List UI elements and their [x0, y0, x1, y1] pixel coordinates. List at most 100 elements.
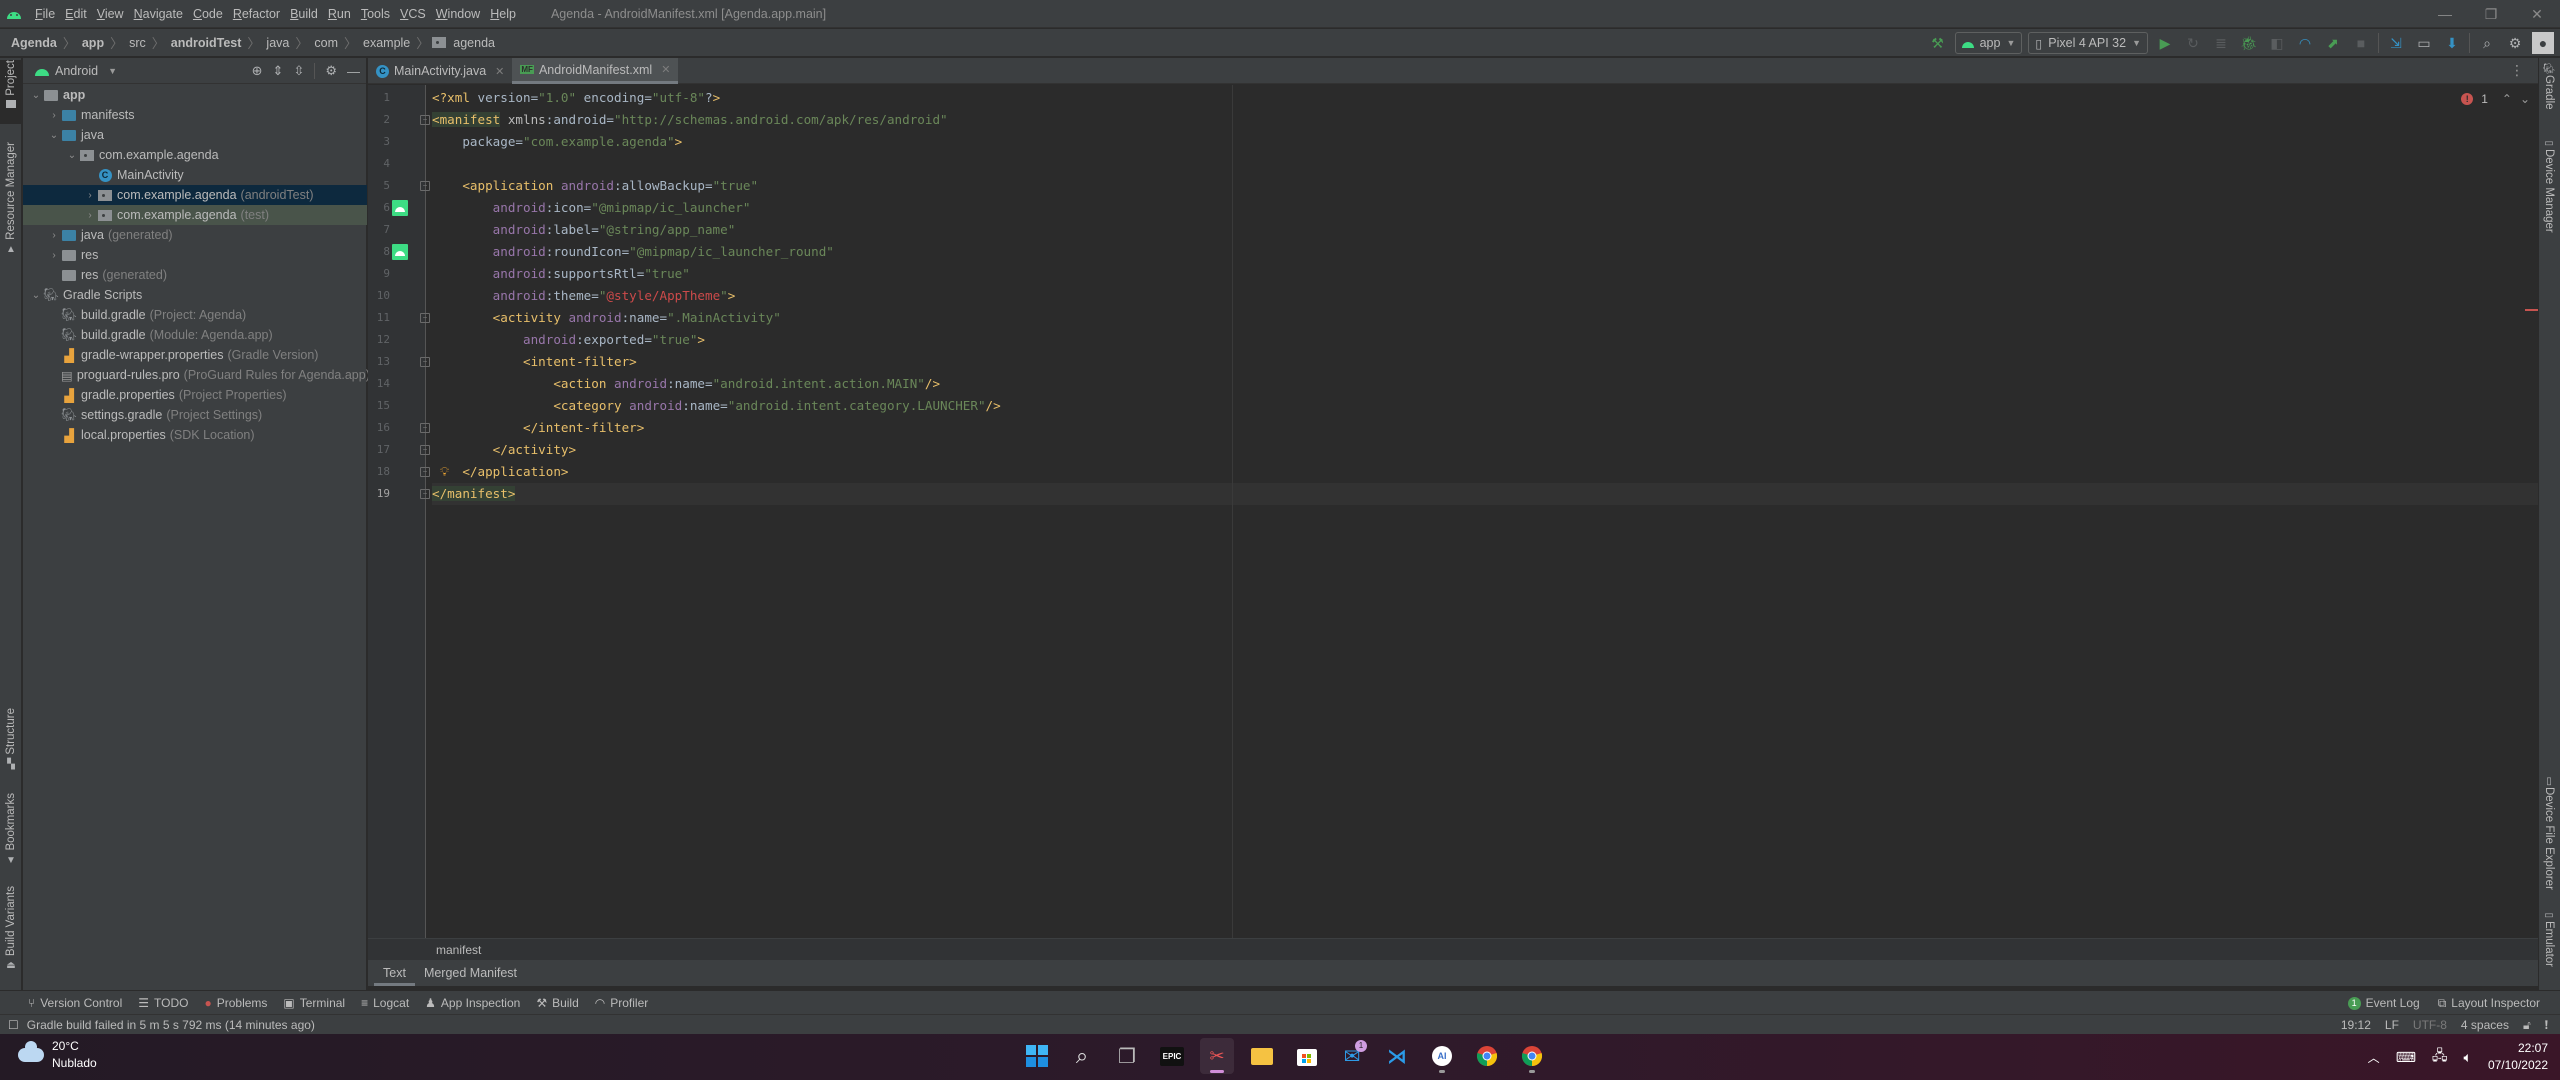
breadcrumb-app[interactable]: app [79, 36, 107, 50]
chevron-down-icon[interactable]: ⌄ [29, 90, 43, 101]
tree-item-mainactivity[interactable]: C MainActivity [23, 165, 367, 185]
chevron-down-icon[interactable]: ⌄ [47, 130, 61, 141]
chevron-right-icon[interactable]: › [47, 250, 61, 261]
fold-marker-icon[interactable]: − [420, 115, 430, 125]
chevron-down-icon[interactable]: ⌄ [65, 150, 79, 161]
menu-tools[interactable]: Tools [356, 0, 395, 28]
search-icon[interactable]: ⌕ [2476, 32, 2498, 54]
device-dropdown[interactable]: ▯ Pixel 4 API 32 ▼ [2028, 32, 2148, 54]
close-tab-icon[interactable]: ✕ [495, 65, 504, 78]
tool-event-log[interactable]: 1 Event Log [2347, 996, 2420, 1010]
menu-view[interactable]: View [92, 0, 129, 28]
tool-tab-structure[interactable]: Structure ▚ [0, 708, 22, 778]
launcher-icon-preview[interactable] [392, 200, 408, 216]
menu-window[interactable]: Window [431, 0, 485, 28]
menu-help[interactable]: Help [485, 0, 521, 28]
error-stripe-marker[interactable] [2525, 309, 2538, 311]
tree-item-local-properties[interactable]: ▟ local.properties (SDK Location) [23, 425, 367, 445]
breadcrumb-androidtest[interactable]: androidTest [168, 36, 245, 50]
show-hidden-icons-chevron-up-icon[interactable]: ︿ [2368, 1049, 2380, 1066]
next-highlight-icon[interactable]: ⌄ [2520, 92, 2530, 106]
start-button[interactable] [1020, 1038, 1054, 1074]
previous-highlight-icon[interactable]: ⌃ [2502, 92, 2512, 106]
file-explorer-app[interactable] [1245, 1038, 1279, 1074]
tool-tab-device-file-explorer[interactable]: ▯ Device File Explorer [2538, 776, 2560, 896]
tree-item-package-main[interactable]: ⌄ com.example.agenda [23, 145, 367, 165]
keyboard-icon[interactable]: ⌨ [2396, 1049, 2416, 1066]
menu-navigate[interactable]: Navigate [129, 0, 188, 28]
tool-tab-device-manager[interactable]: ▭ Device Manager [2538, 138, 2560, 248]
tree-item-gradle-properties[interactable]: ▟ gradle.properties (Project Properties) [23, 385, 367, 405]
close-window-button[interactable]: ✕ [2514, 0, 2560, 28]
tool-terminal[interactable]: ▣ Terminal [283, 996, 345, 1010]
more-options-icon[interactable]: ⋮ [2510, 62, 2524, 79]
close-tab-icon[interactable]: ✕ [661, 63, 670, 76]
profile-icon[interactable]: ◠ [2294, 32, 2316, 54]
debug-icon[interactable]: 🐞︎ [2238, 32, 2260, 54]
sdk-manager-icon[interactable]: ⬇ [2441, 32, 2463, 54]
volume-icon[interactable]: 🔈︎ [2464, 1049, 2472, 1066]
tree-item-package-androidtest[interactable]: › com.example.agenda (androidTest) [23, 185, 367, 205]
menu-run[interactable]: Run [323, 0, 356, 28]
run-configuration-dropdown[interactable]: app ▼ [1954, 32, 2023, 54]
tool-tab-bookmarks[interactable]: Bookmarks ▼ [0, 793, 22, 871]
menu-refactor[interactable]: Refactor [228, 0, 285, 28]
fold-marker-icon[interactable]: − [420, 423, 430, 433]
chevron-right-icon[interactable]: › [47, 230, 61, 241]
chrome-profile-app[interactable] [1515, 1038, 1549, 1074]
run-icon[interactable]: ▶ [2154, 32, 2176, 54]
tree-item-proguard-rules[interactable]: ▤ proguard-rules.pro (ProGuard Rules for… [23, 365, 370, 385]
tree-item-package-test[interactable]: › com.example.agenda (test) [23, 205, 367, 225]
network-icon[interactable]: 🖧︎ [2432, 1045, 2448, 1069]
fold-marker-icon[interactable]: − [420, 313, 430, 323]
inspection-summary[interactable]: ! 1 ⌃ ⌄ [2461, 92, 2530, 106]
tree-item-java[interactable]: ⌄ java [23, 125, 367, 145]
round-launcher-icon-preview[interactable] [392, 244, 408, 260]
avatar[interactable]: ● [2532, 32, 2554, 54]
tool-logcat[interactable]: ≡ Logcat [361, 996, 409, 1010]
make-project-hammer-icon[interactable]: ⚒ [1927, 32, 1949, 54]
tree-item-gradle-scripts[interactable]: ⌄ 🐘︎ Gradle Scripts [23, 285, 367, 305]
gear-icon[interactable]: ⚙ [2504, 32, 2526, 54]
menu-edit[interactable]: Edit [60, 0, 92, 28]
fold-marker-icon[interactable]: − [420, 489, 430, 499]
tab-text[interactable]: Text [374, 960, 415, 986]
tool-tab-project[interactable]: Project [0, 60, 22, 124]
snipping-tool-app[interactable]: ✂ [1200, 1038, 1234, 1074]
breadcrumb-agenda[interactable]: Agenda [8, 36, 60, 50]
tree-item-build-gradle-module[interactable]: 🐘︎ build.gradle (Module: Agenda.app) [23, 325, 367, 345]
tool-build[interactable]: ⚒ Build [536, 996, 578, 1010]
breadcrumb-com[interactable]: com [311, 36, 341, 50]
tree-item-gradle-wrapper-properties[interactable]: ▟ gradle-wrapper.properties (Gradle Vers… [23, 345, 367, 365]
fold-marker-icon[interactable]: − [420, 467, 430, 477]
android-studio-app[interactable]: AI [1425, 1038, 1459, 1074]
stop-icon[interactable]: ■ [2350, 32, 2372, 54]
apply-code-changes-icon[interactable]: ≣ [2210, 32, 2232, 54]
chrome-app[interactable] [1470, 1038, 1504, 1074]
tree-item-res-generated[interactable]: res (generated) [23, 265, 367, 285]
select-opened-file-icon[interactable]: ⊕ [252, 63, 263, 79]
project-view-selector[interactable]: Android [55, 64, 98, 78]
mail-app[interactable]: ✉ 1 [1335, 1038, 1369, 1074]
tree-item-app[interactable]: ⌄ app [23, 85, 367, 105]
restore-button[interactable]: ❐ [2468, 0, 2514, 28]
tree-item-java-generated[interactable]: › java (generated) [23, 225, 367, 245]
run-with-coverage-icon[interactable]: ◧ [2266, 32, 2288, 54]
tree-item-build-gradle-project[interactable]: 🐘︎ build.gradle (Project: Agenda) [23, 305, 367, 325]
notifications-icon[interactable]: ❗︎ [2545, 1018, 2548, 1033]
tab-merged-manifest[interactable]: Merged Manifest [415, 960, 526, 986]
expand-all-icon[interactable]: ⇕ [273, 63, 284, 79]
weather-widget[interactable]: 20°C Nublado [18, 1038, 97, 1072]
unlock-icon[interactable]: 🔓︎ [2523, 1018, 2531, 1033]
tool-tab-emulator[interactable]: ▭ Emulator [2538, 910, 2560, 980]
tool-tab-resource-manager[interactable]: Resource Manager ▲ [0, 142, 22, 255]
chevron-right-icon[interactable]: › [47, 110, 61, 121]
breadcrumb-java[interactable]: java [263, 36, 292, 50]
tool-app-inspection[interactable]: ♟ App Inspection [425, 996, 520, 1010]
tool-problems[interactable]: ● Problems [204, 996, 267, 1010]
indent-setting[interactable]: 4 spaces [2461, 1018, 2509, 1032]
tool-tab-build-variants[interactable]: Build Variants ⏏ [0, 886, 22, 976]
sync-gradle-icon[interactable]: ⇲ [2385, 32, 2407, 54]
breadcrumb-agenda-package[interactable]: agenda [450, 36, 498, 50]
hide-panel-icon[interactable]: — [347, 64, 360, 79]
